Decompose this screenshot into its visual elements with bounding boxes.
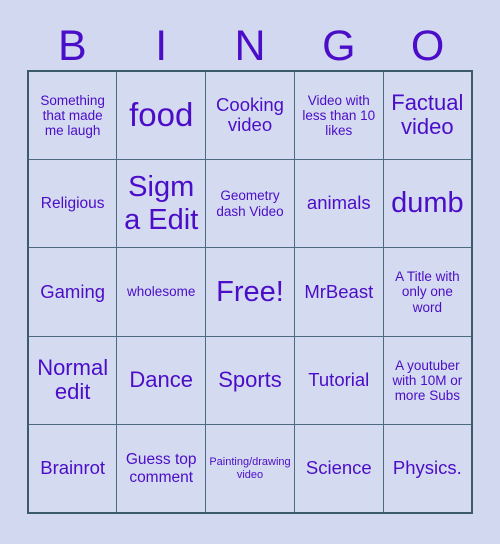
bingo-header: B I N G O [28, 0, 472, 70]
bingo-cell-label: Geometry dash Video [216, 188, 284, 219]
bingo-cell[interactable]: Physics. [382, 424, 473, 514]
bingo-cell-label: MrBeast [304, 280, 374, 302]
bingo-header-letter-o: O [410, 22, 445, 70]
bingo-cell-label: Science [305, 457, 372, 479]
bingo-row: Brainrot Guess top comment Painting/drawin… [27, 424, 473, 514]
bingo-cell-label: Gaming [40, 280, 106, 302]
bingo-cell[interactable]: animals [293, 158, 384, 249]
bingo-cell[interactable]: wholesome [116, 247, 207, 337]
bingo-cell-label: Tutorial [308, 369, 370, 390]
bingo-cell-label: Guess top comment [125, 451, 197, 486]
bingo-cell[interactable]: Factual video [382, 70, 473, 160]
bingo-cell-label: Dance [129, 367, 193, 393]
bingo-row: Normal edit Dance Sports Tutorial A youtuber… [27, 335, 473, 426]
bingo-cell-label: Sigma Edit [124, 171, 199, 236]
bingo-cell[interactable]: Science [293, 424, 384, 514]
bingo-cell[interactable]: A youtuber with 10M or more Subs [382, 335, 473, 426]
bingo-row: Gaming wholesome Free! MrBeast A Title with … [27, 247, 473, 337]
bingo-cell[interactable]: Brainrot [27, 424, 118, 514]
bingo-row: Something that made me laugh food Cooking … [27, 70, 473, 160]
bingo-cell-label: A Title with only one word [395, 269, 460, 315]
bingo-cell[interactable]: MrBeast [293, 247, 384, 337]
bingo-cell[interactable]: food [116, 70, 207, 160]
bingo-cell-label: Normal edit [37, 354, 109, 405]
bingo-cell[interactable]: Something that made me laugh [27, 70, 118, 160]
bingo-cell-label: Painting/drawing video [209, 456, 291, 481]
bingo-cell[interactable]: Sports [205, 335, 295, 426]
bingo-cell[interactable]: Gaming [27, 247, 118, 337]
bingo-cell-label: Something that made me laugh [40, 92, 105, 138]
bingo-cell[interactable]: Guess top comment [116, 424, 207, 514]
bingo-cell-label: Free! [216, 275, 284, 308]
bingo-cell-label: Physics. [392, 457, 462, 479]
bingo-cell-label: Cooking video [216, 93, 284, 136]
bingo-cell[interactable]: A Title with only one word [382, 247, 473, 337]
bingo-cell-label: food [129, 95, 194, 133]
bingo-grid: Something that made me laugh food Cooking … [27, 70, 473, 514]
bingo-cell-label: wholesome [127, 284, 196, 300]
bingo-cell-label: Sports [218, 367, 282, 393]
bingo-cell-label: Factual video [391, 89, 464, 140]
bingo-cell-label: Video with less than 10 likes [302, 92, 376, 138]
bingo-cell[interactable]: dumb [382, 158, 473, 249]
bingo-header-letter-n: N [234, 22, 266, 70]
bingo-cell[interactable]: Dance [116, 335, 207, 426]
bingo-cell[interactable]: Sigma Edit [116, 158, 207, 249]
bingo-header-letter-b: B [58, 22, 87, 70]
bingo-row: Religious Sigma Edit Geometry dash Video an… [27, 158, 473, 249]
bingo-cell-label: animals [306, 192, 371, 214]
bingo-cell[interactable]: Normal edit [27, 335, 118, 426]
bingo-cell[interactable]: Video with less than 10 likes [293, 70, 384, 160]
bingo-cell-label: A youtuber with 10M or more Subs [392, 357, 463, 403]
bingo-cell-label: dumb [391, 187, 464, 220]
bingo-free-space-cell[interactable]: Free! [205, 247, 295, 337]
bingo-cell[interactable]: Cooking video [205, 70, 295, 160]
bingo-card-page: B I N G O Something that made me laugh fo… [0, 0, 500, 544]
bingo-header-letter-g: G [322, 22, 356, 70]
bingo-cell[interactable]: Geometry dash Video [205, 158, 295, 249]
bingo-cell[interactable]: Tutorial [293, 335, 384, 426]
bingo-header-letter-i: I [155, 22, 168, 70]
bingo-cell[interactable]: Painting/drawing video [205, 424, 295, 514]
bingo-cell[interactable]: Religious [27, 158, 118, 249]
bingo-cell-label: Religious [40, 194, 105, 212]
bingo-cell-label: Brainrot [40, 457, 106, 479]
